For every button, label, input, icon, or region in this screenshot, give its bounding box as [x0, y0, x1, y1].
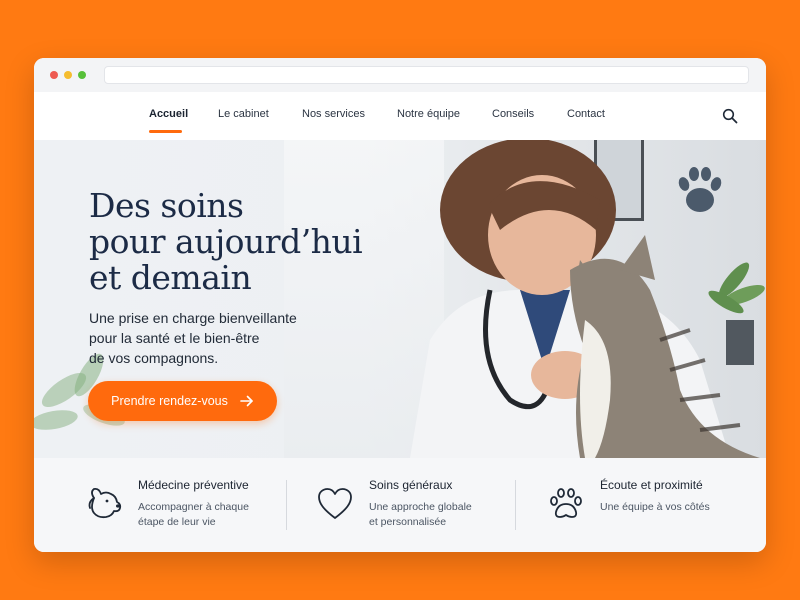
book-appointment-label: Prendre rendez-vous [111, 394, 228, 408]
browser-chrome [34, 58, 766, 93]
nav-item-le-cabinet[interactable]: Le cabinet [218, 108, 269, 120]
feature-desc-line: étape de leur vie [138, 516, 216, 528]
feature-desc-line: Une équipe à vos côtés [600, 501, 710, 513]
hero-title-line: Des soins [89, 186, 244, 225]
heart-icon [318, 488, 352, 519]
feature-divider [515, 480, 516, 530]
nav-item-conseils[interactable]: Conseils [492, 108, 534, 120]
feature-desc-line: et personnalisée [369, 516, 447, 528]
vet-with-cat-photo [410, 140, 760, 458]
feature-description: Une équipe à vos côtés [600, 500, 740, 515]
arrow-right-icon [240, 395, 253, 407]
feature-title: Soins généraux [369, 478, 453, 492]
hero-title-line: pour aujourd’hui [89, 222, 363, 261]
maximize-window-dot[interactable] [78, 71, 86, 79]
dog-icon [88, 487, 122, 519]
nav-item-accueil[interactable]: Accueil [149, 108, 188, 120]
feature-desc-line: Accompagner à chaque [138, 501, 249, 513]
feature-divider [286, 480, 287, 530]
hero-text-line: pour la santé et le bien-être [89, 330, 260, 346]
search-icon[interactable] [722, 108, 738, 124]
minimize-window-dot[interactable] [64, 71, 72, 79]
paw-icon [550, 488, 582, 518]
hero-text-line: de vos compagnons. [89, 350, 219, 366]
feature-desc-line: Une approche globale [369, 501, 472, 513]
active-nav-indicator [149, 130, 182, 133]
hero-section: Des soins pour aujourd’hui et demain Une… [34, 140, 766, 458]
hero-description: Une prise en charge bienveillante pour l… [89, 308, 334, 368]
feature-title: Médecine préventive [138, 478, 249, 492]
address-bar[interactable] [104, 66, 749, 84]
main-nav: Accueil Le cabinet Nos services Notre éq… [34, 92, 766, 140]
feature-description: Accompagner à chaque étape de leur vie [138, 500, 278, 530]
hero-title-line: et demain [89, 258, 252, 297]
feature-title: Écoute et proximité [600, 478, 703, 492]
features-section: Médecine préventive Accompagner à chaque… [34, 458, 766, 552]
browser-window: Accueil Le cabinet Nos services Notre éq… [34, 58, 766, 552]
hero-title: Des soins pour aujourd’hui et demain [89, 188, 389, 296]
nav-item-contact[interactable]: Contact [567, 108, 605, 120]
book-appointment-button[interactable]: Prendre rendez-vous [88, 381, 277, 421]
feature-description: Une approche globale et personnalisée [369, 500, 509, 530]
nav-item-nos-services[interactable]: Nos services [302, 108, 365, 120]
nav-item-notre-equipe[interactable]: Notre équipe [397, 108, 460, 120]
hero-text-line: Une prise en charge bienveillante [89, 310, 297, 326]
close-window-dot[interactable] [50, 71, 58, 79]
